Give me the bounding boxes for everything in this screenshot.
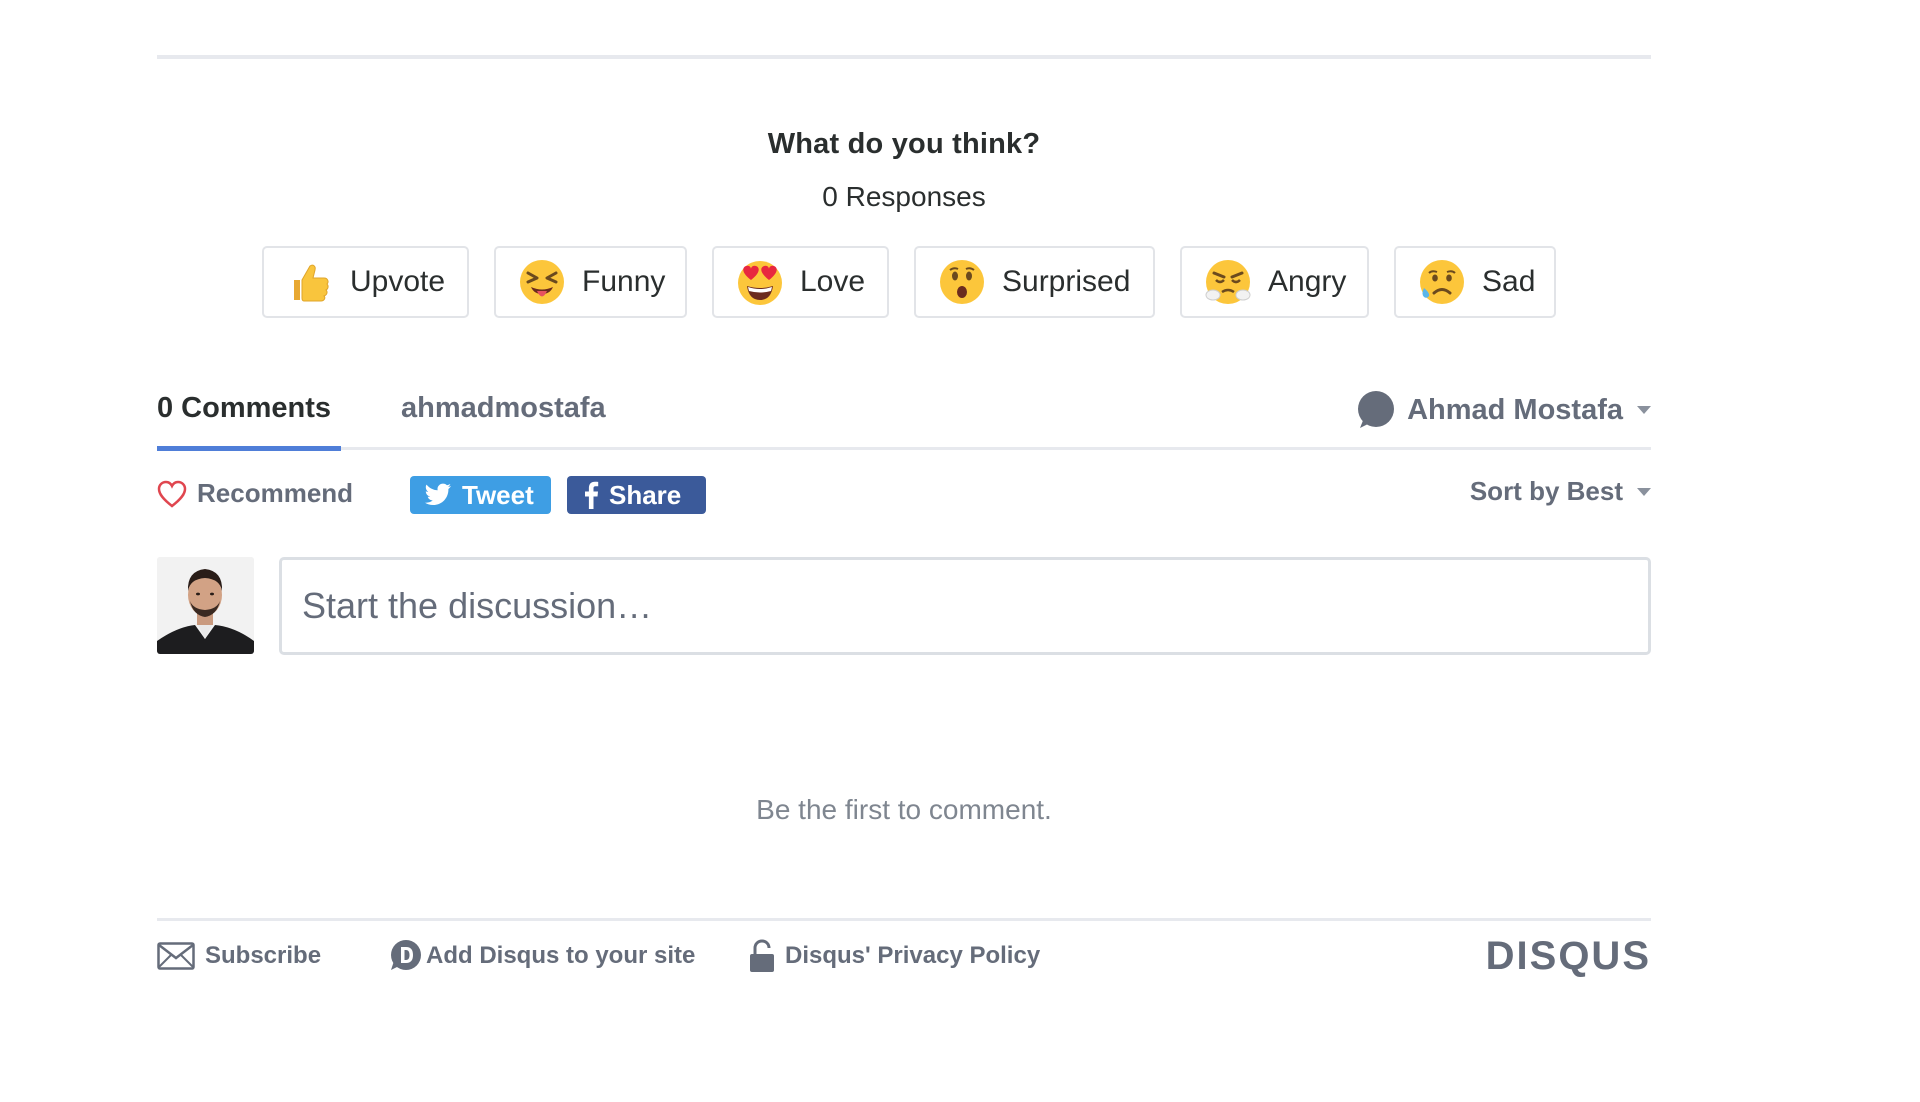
footer-divider — [157, 918, 1651, 921]
reactions-count: 0 Responses — [822, 181, 986, 212]
reactions-title: What do you think? — [767, 128, 1041, 160]
reactions-header: What do you think? 0 Responses — [157, 128, 1651, 213]
recommend-label: Recommend — [197, 478, 354, 508]
notification-bubble-icon — [1355, 390, 1395, 430]
add-disqus-label: Add Disqus to your site — [426, 942, 696, 969]
hushed-face-icon — [938, 258, 986, 306]
add-disqus-link[interactable]: Add Disqus to your site — [388, 938, 695, 974]
tab-community[interactable]: ahmadmostafa — [401, 392, 606, 425]
reaction-love-button[interactable]: Love — [712, 246, 889, 318]
reaction-sad-button[interactable]: Sad — [1394, 246, 1556, 318]
reaction-upvote-button[interactable]: Upvote — [262, 246, 469, 318]
envelope-icon — [157, 942, 195, 970]
reaction-angry-button[interactable]: Angry — [1180, 246, 1369, 318]
thumbs-up-icon — [286, 258, 334, 306]
subscribe-link[interactable]: Subscribe — [157, 938, 321, 974]
reaction-label: Sad — [1482, 265, 1536, 298]
share-label: Share — [609, 479, 682, 510]
facebook-f-icon — [585, 481, 599, 509]
tweet-label: Tweet — [462, 479, 534, 510]
reaction-label: Love — [800, 265, 866, 298]
user-menu[interactable]: Ahmad Mostafa — [1355, 390, 1651, 430]
thread-actions: Recommend Tweet Share Sort by Best — [157, 476, 1651, 516]
reaction-label: Surprised — [1002, 265, 1131, 298]
recommend-button[interactable]: Recommend — [157, 478, 353, 509]
tweet-button[interactable]: Tweet — [410, 476, 551, 514]
subscribe-label: Subscribe — [205, 942, 322, 969]
comment-composer[interactable] — [279, 557, 1651, 655]
steam-face-icon — [1204, 258, 1252, 306]
comment-input[interactable] — [282, 560, 1648, 652]
twitter-bird-icon — [424, 483, 451, 505]
squinting-tongue-face-icon — [518, 258, 566, 306]
tab-comments[interactable]: 0 Comments — [157, 392, 331, 425]
chevron-down-icon — [1637, 406, 1651, 414]
heart-eyes-face-icon — [736, 258, 784, 306]
reaction-funny-button[interactable]: Funny — [494, 246, 687, 318]
empty-thread-message: Be the first to comment. — [756, 794, 1052, 825]
lock-icon — [750, 939, 774, 972]
facebook-share-button[interactable]: Share — [567, 476, 706, 514]
reaction-buttons: Upvote Funny Love Surprised Angry Sad — [262, 246, 1556, 318]
sad-sweat-face-icon — [1418, 258, 1466, 306]
tabs-divider — [157, 447, 1651, 450]
reaction-label: Angry — [1268, 265, 1347, 298]
user-name: Ahmad Mostafa — [1407, 393, 1623, 426]
thread-footer: Subscribe Add Disqus to your site Disqus… — [157, 936, 1651, 978]
privacy-label: Disqus' Privacy Policy — [785, 942, 1041, 969]
top-divider — [157, 55, 1651, 59]
sort-dropdown[interactable]: Sort by Best — [1470, 476, 1651, 507]
sort-label: Sort by Best — [1469, 476, 1623, 506]
privacy-policy-link[interactable]: Disqus' Privacy Policy — [749, 938, 1040, 974]
reaction-label: Upvote — [350, 265, 446, 298]
chevron-down-icon — [1637, 487, 1651, 496]
active-tab-indicator — [157, 446, 341, 451]
heart-icon — [157, 480, 187, 508]
reaction-surprised-button[interactable]: Surprised — [914, 246, 1155, 318]
reaction-label: Funny — [582, 265, 666, 298]
disqus-d-icon — [391, 940, 421, 970]
disqus-logo[interactable]: DISQUS — [1486, 936, 1651, 976]
thread-tabs: 0 Comments ahmadmostafa Ahmad Mostafa — [157, 380, 1651, 452]
avatar — [157, 557, 254, 654]
